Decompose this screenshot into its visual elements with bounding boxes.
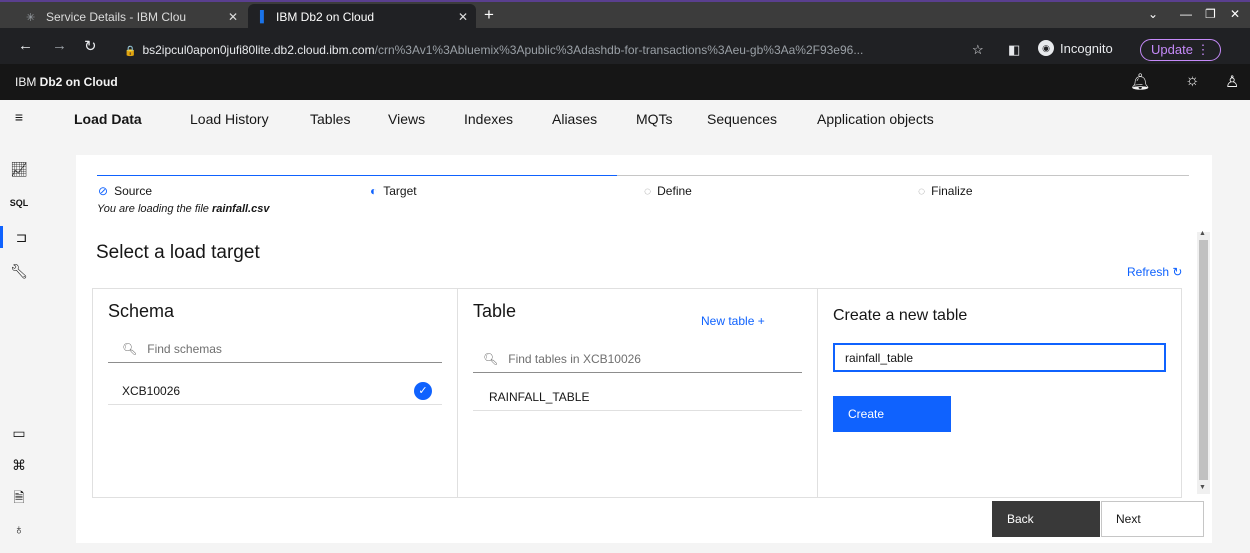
search-icon: 🔍︎ <box>483 351 499 366</box>
step-label: Define <box>657 184 692 198</box>
tab-load-data[interactable]: Load Data <box>74 111 142 127</box>
tab-aliases[interactable]: Aliases <box>552 111 597 127</box>
scroll-up-icon[interactable]: ▲ <box>1199 230 1206 237</box>
new-tab-icon[interactable]: + <box>484 5 494 25</box>
theme-sun-icon[interactable]: ☼ <box>1185 72 1200 90</box>
forward-arrow-icon[interactable]: → <box>52 37 67 54</box>
document-icon[interactable]: 🗎 <box>8 486 30 508</box>
create-table-title: Create a new table <box>833 307 968 324</box>
search-icon: 🔍︎ <box>122 341 138 356</box>
section-title: Select a load target <box>96 242 260 263</box>
restore-icon[interactable]: ❐ <box>1205 7 1216 21</box>
user-icon[interactable]: ♙ <box>1225 72 1239 92</box>
star-icon[interactable]: ☆ <box>972 42 984 58</box>
refresh-link[interactable]: Refresh ↻ <box>1127 265 1182 279</box>
tab-mqts[interactable]: MQTs <box>636 111 673 127</box>
console-icon[interactable]: ▭ <box>8 422 30 444</box>
new-table-link[interactable]: New table + <box>701 314 765 328</box>
search-placeholder: Find schemas <box>147 341 222 356</box>
notification-icon[interactable]: 🔔︎ <box>1130 72 1150 92</box>
table-title: Table <box>473 301 517 321</box>
checkmark-circle-icon: ⊘ <box>98 184 109 198</box>
step-label: Finalize <box>931 184 973 198</box>
tab-indexes[interactable]: Indexes <box>464 111 513 127</box>
step-label: Target <box>383 184 417 198</box>
url-path: /crn%3Av1%3Abluemix%3Apublic%3Adashdb-fo… <box>374 43 864 57</box>
back-arrow-icon[interactable]: ← <box>18 37 33 54</box>
table-panel: Table New table + 🔍︎ Find tables in XCB1… <box>457 288 818 498</box>
update-button[interactable]: Update ⋮ <box>1140 39 1221 61</box>
connect-icon[interactable]: ⌘ <box>8 454 30 476</box>
bar-chart-icon: ▐ <box>256 11 264 23</box>
refresh-icon: ↻ <box>1172 265 1183 279</box>
close-icon[interactable]: ✕ <box>228 10 238 24</box>
table-search-input[interactable]: 🔍︎ Find tables in XCB10026 <box>473 345 802 373</box>
table-name: RAINFALL_TABLE <box>489 389 590 404</box>
progress-line-complete <box>97 175 617 176</box>
incognito-label: Incognito <box>1060 40 1113 56</box>
scrollbar[interactable]: ▲ ▼ <box>1197 230 1210 494</box>
schema-search-input[interactable]: 🔍︎ Find schemas <box>108 335 442 363</box>
create-table-panel: Create a new table Create <box>817 288 1182 498</box>
address-bar: ← → ↻ 🔒 bs2ipcul0apon0jufi80lite.db2.clou… <box>0 28 1250 64</box>
progress-line-remaining <box>617 175 1189 176</box>
table-name-input[interactable] <box>833 343 1166 372</box>
back-button[interactable]: Back <box>992 501 1100 537</box>
app-header: IBM Db2 on Cloud 🔔︎ ☼ ♙ <box>0 64 1250 100</box>
schema-row[interactable]: XCB10026 ✓ <box>108 377 442 405</box>
incognito-icon: ◉ <box>1038 40 1054 56</box>
tab-title: Service Details - IBM Clou <box>46 10 187 24</box>
dashed-circle-icon: ◌ <box>918 184 926 198</box>
schema-name: XCB10026 <box>122 383 181 398</box>
scroll-down-icon[interactable]: ▼ <box>1199 484 1206 491</box>
close-icon[interactable]: ✕ <box>458 10 468 24</box>
url-host: bs2ipcul0apon0jufi80lite.db2.cloud.ibm.c… <box>142 43 375 57</box>
lock-icon: 🔒 <box>124 46 137 57</box>
tab-load-history[interactable]: Load History <box>190 111 269 127</box>
app-brand[interactable]: IBM Db2 on Cloud <box>15 75 118 89</box>
load-data-card: ⊘ Source ◐ Target ◌ Define ◌ Finalize Yo… <box>76 155 1212 543</box>
step-finalize[interactable]: ◌ Finalize <box>918 184 973 198</box>
next-button[interactable]: Next <box>1101 501 1204 537</box>
dashed-circle-icon: ◌ <box>644 184 652 198</box>
schema-panel: Schema 🔍︎ Find schemas XCB10026 ✓ <box>92 288 458 498</box>
object-tabs: Load Data Load History Tables Views Inde… <box>40 100 1250 136</box>
step-define[interactable]: ◌ Define <box>644 184 692 198</box>
create-button[interactable]: Create <box>833 396 951 432</box>
tab-views[interactable]: Views <box>388 111 425 127</box>
scrollbar-thumb[interactable] <box>1199 240 1208 480</box>
sql-icon[interactable]: SQL <box>8 192 30 214</box>
reload-icon[interactable]: ↻ <box>84 37 97 55</box>
minimize-icon[interactable]: — <box>1180 7 1192 21</box>
monitor-chart-icon[interactable]: 📈︎ <box>8 158 30 180</box>
side-panel-icon[interactable]: ◧ <box>1008 42 1020 58</box>
tab-title: IBM Db2 on Cloud <box>276 10 375 24</box>
window-close-icon[interactable]: ✕ <box>1230 7 1240 21</box>
tab-application-objects[interactable]: Application objects <box>817 111 934 127</box>
browser-tab-db2[interactable]: ▐ IBM Db2 on Cloud ✕ <box>248 4 476 30</box>
step-source[interactable]: ⊘ Source <box>98 184 152 198</box>
wrench-icon[interactable]: 🔧︎ <box>8 260 30 282</box>
step-target[interactable]: ◐ Target <box>370 184 417 198</box>
loading-file-note: You are loading the file rainfall.csv <box>97 203 270 215</box>
url-field[interactable]: 🔒 bs2ipcul0apon0jufi80lite.db2.cloud.ibm.… <box>124 43 964 57</box>
selected-check-icon: ✓ <box>414 382 432 400</box>
load-data-icon[interactable]: ⊐ <box>0 226 40 248</box>
incognito-indicator: ◉ Incognito <box>1038 40 1113 56</box>
browser-tab-bar: ✳ Service Details - IBM Clou ✕ ▐ IBM Db2… <box>0 0 1250 30</box>
half-circle-icon: ◐ <box>370 184 378 198</box>
tab-tables[interactable]: Tables <box>310 111 350 127</box>
schema-title: Schema <box>108 301 175 321</box>
tab-sequences[interactable]: Sequences <box>707 111 777 127</box>
left-rail: ≡ 📈︎ SQL ⊐ 🔧︎ ▭ ⌘ 🗎 ♁ <box>0 100 40 553</box>
loading-spinner-icon: ✳ <box>26 11 36 24</box>
chevron-down-icon[interactable]: ⌄ <box>1148 7 1158 21</box>
search-placeholder: Find tables in XCB10026 <box>508 351 641 366</box>
lightbulb-icon[interactable]: ♁ <box>8 518 30 540</box>
table-row[interactable]: RAINFALL_TABLE <box>473 383 802 411</box>
hamburger-menu-icon[interactable]: ≡ <box>8 106 30 128</box>
step-label: Source <box>114 184 153 198</box>
browser-tab-service-details[interactable]: ✳ Service Details - IBM Clou ✕ <box>18 4 246 30</box>
plus-icon: + <box>757 314 765 328</box>
